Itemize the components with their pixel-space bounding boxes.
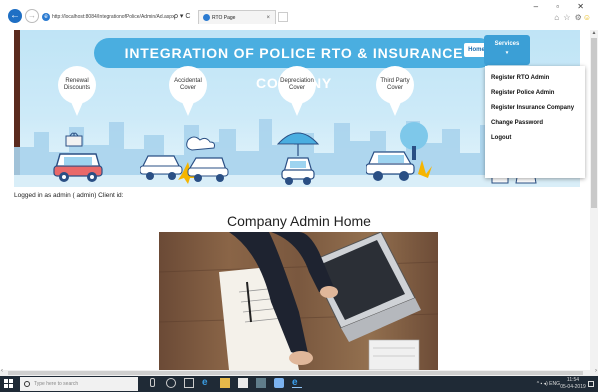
page-viewport: INTEGRATION OF POLICE RTO & INSURANCE CO… [0, 30, 598, 370]
system-clock[interactable]: 11:54 05-04-2019 [560, 377, 586, 391]
scroll-up-icon[interactable]: ▲ [590, 30, 598, 37]
site-title: INTEGRATION OF POLICE RTO & INSURANCE CO… [94, 38, 494, 91]
internet-explorer-icon[interactable]: e [292, 378, 302, 388]
bubble-third-party-cover: Third Party Cover [376, 66, 414, 118]
umbrella-car-icon [276, 132, 320, 185]
address-url: http://localhost:8084/IntegrationofPolic… [52, 14, 175, 20]
car-gift-icon [53, 132, 103, 182]
ie-logo-icon: e [42, 12, 50, 21]
app-shield-icon[interactable] [274, 378, 284, 388]
browser-tab[interactable]: RTO Page × [198, 10, 276, 24]
cortana-circle-icon[interactable] [166, 378, 176, 388]
menu-item-register-rto-admin[interactable]: Register RTO Admin [491, 71, 585, 86]
bubble-label: Depreciation Cover [278, 66, 316, 104]
scroll-right-icon[interactable]: › [595, 368, 597, 374]
bubble-label: Third Party Cover [376, 66, 414, 104]
app-window-icon[interactable] [256, 378, 266, 388]
taskbar-search-box[interactable]: Type here to search [20, 377, 138, 391]
bubble-label: Accidental Cover [169, 66, 207, 104]
notification-center-icon[interactable] [588, 381, 594, 387]
clock-date: 05-04-2019 [560, 384, 586, 390]
window-controls[interactable]: – ▫ ✕ [534, 2, 592, 11]
logged-in-status: Logged in as admin ( admin) Client id: [14, 192, 124, 199]
tab-favicon-icon [203, 14, 210, 22]
back-arrow-icon[interactable]: ← [8, 9, 22, 23]
browser-chrome: ← → e http://localhost:8084/Integrationof… [0, 0, 598, 30]
windows-start-icon[interactable] [4, 379, 14, 389]
menu-item-register-police-admin[interactable]: Register Police Admin [491, 86, 585, 101]
clock-time: 11:54 [566, 377, 580, 383]
home-star-gear-icons[interactable]: ⌂ ☆ ⚙ [554, 13, 583, 22]
nav-services-button[interactable]: Services ▾ [484, 35, 530, 65]
windows-taskbar: Type here to search e e ^ ▪ ◂) ENG 11:54… [0, 376, 598, 392]
browser-toolbar-icons[interactable]: ⌂ ☆ ⚙☺ [554, 13, 592, 22]
edge-browser-icon[interactable]: e [202, 378, 212, 388]
new-tab-button[interactable] [278, 12, 288, 22]
vertical-scrollbar[interactable]: ▲ [590, 30, 598, 370]
feedback-smiley-icon[interactable]: ☺ [583, 13, 592, 22]
services-dropdown-menu: Register RTO Admin Register Police Admin… [485, 66, 585, 178]
page-title: Company Admin Home [227, 213, 371, 229]
horizontal-scrollbar-thumb[interactable] [8, 371, 583, 375]
hero-photo [159, 232, 438, 370]
nav-services-label: Services [494, 41, 520, 47]
menu-item-logout[interactable]: Logout [491, 131, 585, 146]
tray-icons[interactable]: ^ ▪ ◂) ENG [537, 381, 560, 387]
tab-title: RTO Page [212, 15, 236, 21]
bubble-depreciation-cover: Depreciation Cover [278, 66, 316, 118]
tab-close-icon[interactable]: × [266, 11, 270, 25]
chevron-down-icon: ▾ [505, 50, 509, 56]
car-crash-icon [140, 136, 229, 184]
forward-arrow-icon[interactable]: → [25, 9, 39, 23]
store-icon[interactable] [238, 378, 248, 388]
cortana-mic-icon[interactable] [150, 378, 155, 387]
search-placeholder: Type here to search [34, 381, 79, 387]
bubble-renewal-discounts: Renewal Discounts [58, 66, 96, 118]
address-bar-actions[interactable]: ρ ▾ C [174, 12, 190, 20]
hero-photo-illustration [159, 232, 438, 370]
scroll-left-icon[interactable]: ‹ [1, 368, 3, 374]
menu-item-register-insurance-company[interactable]: Register Insurance Company [491, 101, 585, 116]
file-explorer-icon[interactable] [220, 378, 230, 388]
tree-icon [400, 122, 428, 160]
search-icon [24, 381, 30, 387]
menu-item-change-password[interactable]: Change Password [491, 116, 585, 131]
task-view-icon[interactable] [184, 378, 194, 388]
bubble-accidental-cover: Accidental Cover [169, 66, 207, 118]
bubble-label: Renewal Discounts [58, 66, 96, 104]
scrollbar-thumb[interactable] [591, 38, 597, 208]
